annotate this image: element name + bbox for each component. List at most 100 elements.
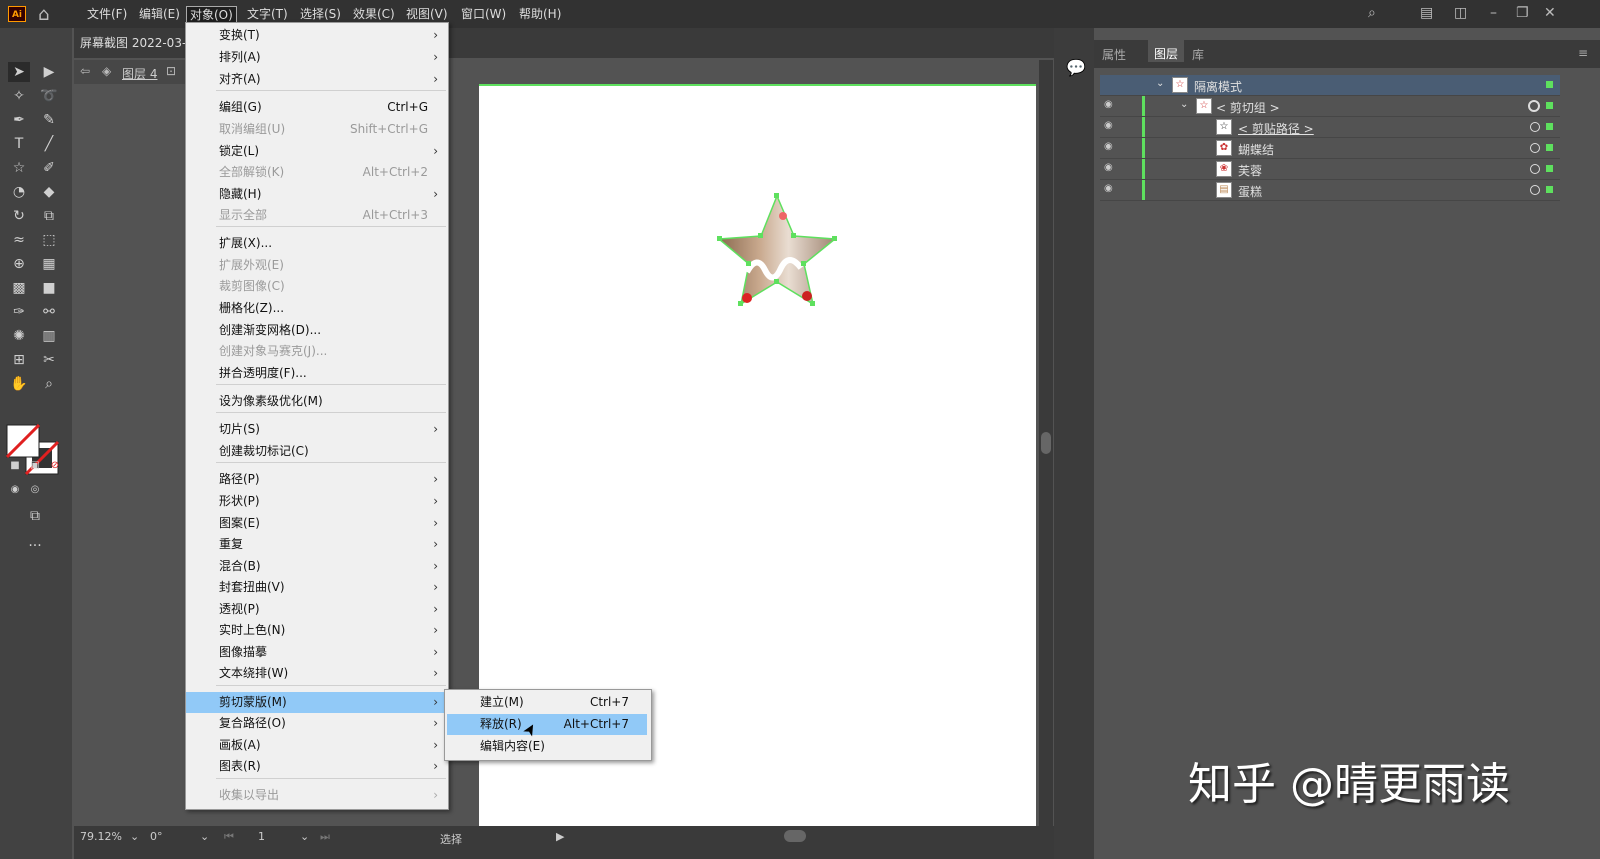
layer-row[interactable]: ◉ ▤ 蛋糕 bbox=[1100, 180, 1560, 201]
menu-item[interactable]: 实时上色(N) › bbox=[186, 620, 448, 641]
menu-item[interactable]: 图案(E) › bbox=[186, 513, 448, 534]
menu-edit[interactable]: 编辑(E) bbox=[136, 6, 183, 24]
rotation-dropdown-icon[interactable]: ⌄ bbox=[200, 830, 209, 843]
layer-row[interactable]: ◉ ⌄ ☆ < 剪切组 > bbox=[1100, 96, 1560, 117]
visibility-eye-icon[interactable]: ◉ bbox=[1104, 183, 1113, 194]
menu-item[interactable]: 复合路径(O) › bbox=[186, 713, 448, 734]
magic-wand-icon[interactable]: ✧ bbox=[8, 86, 30, 106]
target-icon[interactable] bbox=[1530, 185, 1540, 195]
rotate-icon[interactable]: ↻ bbox=[8, 206, 30, 226]
first-page-icon[interactable]: ⏮ bbox=[224, 830, 234, 844]
vertical-scrollbar[interactable] bbox=[1039, 60, 1053, 826]
menu-item[interactable]: 图表(R) › bbox=[186, 756, 448, 777]
panel-menu-icon[interactable]: ≡ bbox=[1578, 46, 1588, 60]
horizontal-scroll-thumb[interactable] bbox=[784, 830, 806, 842]
selection-tool-icon[interactable]: ➤ bbox=[8, 62, 30, 82]
layer-name[interactable]: < 剪贴路径 > bbox=[1238, 120, 1314, 137]
visibility-eye-icon[interactable]: ◉ bbox=[1104, 99, 1113, 110]
menu-item[interactable]: 文本绕排(W) › bbox=[186, 663, 448, 684]
menu-item[interactable]: 隐藏(H) › bbox=[186, 184, 448, 205]
menu-item[interactable]: 剪切蒙版(M) › bbox=[186, 692, 448, 713]
rotation-value[interactable]: 0° bbox=[150, 830, 163, 843]
blend-icon[interactable]: ⚯ bbox=[38, 302, 60, 322]
menu-item[interactable]: 栅格化(Z)... bbox=[186, 298, 448, 319]
restore-icon[interactable]: ❐ bbox=[1516, 5, 1529, 21]
curvature-icon[interactable]: ✎ bbox=[38, 110, 60, 130]
blob-brush-icon[interactable]: ◔ bbox=[8, 182, 30, 202]
brush-icon[interactable]: ✐ bbox=[38, 158, 60, 178]
menu-item[interactable]: 形状(P) › bbox=[186, 491, 448, 512]
menu-item[interactable]: 切片(S) › bbox=[186, 419, 448, 440]
layer-name[interactable]: 蛋糕 bbox=[1238, 183, 1262, 200]
shape-builder-icon[interactable]: ⊕ bbox=[8, 254, 30, 274]
arrange-icon[interactable]: ◫ bbox=[1454, 5, 1467, 21]
menu-item[interactable]: 创建裁切标记(C) bbox=[186, 441, 448, 462]
target-icon[interactable] bbox=[1530, 143, 1540, 153]
selection-indicator[interactable] bbox=[1546, 81, 1553, 88]
home-icon[interactable]: ⌂ bbox=[38, 4, 49, 25]
menu-item[interactable]: 设为像素级优化(M) bbox=[186, 391, 448, 412]
comment-icon[interactable]: 💬 bbox=[1066, 58, 1086, 77]
gradient-icon[interactable]: ■ bbox=[38, 278, 60, 298]
menu-item[interactable]: 对齐(A) › bbox=[186, 69, 448, 90]
target-icon[interactable] bbox=[1530, 164, 1540, 174]
symbol-sprayer-icon[interactable]: ✺ bbox=[8, 326, 30, 346]
zoom-icon[interactable]: ⌕ bbox=[38, 374, 60, 394]
selection-indicator[interactable] bbox=[1546, 144, 1553, 151]
line-tool-icon[interactable]: ╱ bbox=[38, 134, 60, 154]
menu-item[interactable]: 扩展(X)... bbox=[186, 233, 448, 254]
back-arrow-icon[interactable]: ⇦ bbox=[80, 64, 90, 78]
menu-item[interactable]: 路径(P) › bbox=[186, 469, 448, 490]
star-clip-artwork[interactable] bbox=[717, 192, 841, 312]
none-mode-icon[interactable]: ⊘ bbox=[44, 456, 66, 476]
scale-icon[interactable]: ⧉ bbox=[38, 206, 60, 226]
chevron-down-icon[interactable]: ⌄ bbox=[1156, 78, 1164, 89]
draw-normal-icon[interactable]: ◉ bbox=[4, 480, 26, 500]
menu-item[interactable]: 画板(A) › bbox=[186, 735, 448, 756]
isolation-mode-row[interactable]: ⌄ ☆ 隔离模式 bbox=[1100, 75, 1560, 96]
menu-item[interactable]: 封套扭曲(V) › bbox=[186, 577, 448, 598]
screen-mode-icon[interactable]: ⧉ bbox=[24, 506, 46, 526]
close-icon[interactable]: ✕ bbox=[1544, 5, 1556, 21]
menu-file[interactable]: 文件(F) bbox=[84, 6, 130, 24]
menu-item[interactable]: 编组(G) Ctrl+G bbox=[186, 97, 448, 118]
visibility-eye-icon[interactable]: ◉ bbox=[1104, 141, 1113, 152]
eyedropper-icon[interactable]: ✑ bbox=[8, 302, 30, 322]
breadcrumb-layer[interactable]: 图层 4 bbox=[122, 65, 157, 82]
warp-icon[interactable]: ≈ bbox=[8, 230, 30, 250]
submenu-item[interactable]: 编辑内容(E) bbox=[447, 736, 647, 757]
document-tab[interactable]: 屏幕截图 2022-03- bbox=[80, 34, 186, 51]
workspace-icon[interactable]: ▤ bbox=[1420, 5, 1433, 21]
menu-item[interactable]: 变换(T) › bbox=[186, 25, 448, 46]
layer-row[interactable]: ◉ ❀ 芙蓉 bbox=[1100, 159, 1560, 180]
selection-indicator[interactable] bbox=[1546, 123, 1553, 130]
zoom-dropdown-icon[interactable]: ⌄ bbox=[130, 830, 139, 843]
menu-item[interactable]: 透视(P) › bbox=[186, 599, 448, 620]
last-page-icon[interactable]: ⏭ bbox=[320, 830, 330, 844]
mesh-icon[interactable]: ▩ bbox=[8, 278, 30, 298]
submenu-item[interactable]: 建立(M) Ctrl+7 bbox=[447, 692, 647, 713]
selection-indicator[interactable] bbox=[1546, 186, 1553, 193]
search-icon[interactable]: ⌕ bbox=[1368, 5, 1376, 21]
tab-properties[interactable]: 属性 bbox=[1102, 46, 1126, 63]
artboard-icon[interactable]: ⊞ bbox=[8, 350, 30, 370]
submenu-item[interactable]: 释放(R) Alt+Ctrl+7 bbox=[447, 714, 647, 735]
lasso-icon[interactable]: ➰ bbox=[38, 86, 60, 106]
type-tool-icon[interactable]: T bbox=[8, 134, 30, 154]
page-number[interactable]: 1 bbox=[258, 830, 265, 843]
graph-icon[interactable]: ▥ bbox=[38, 326, 60, 346]
chevron-down-icon[interactable]: ⌄ bbox=[1180, 99, 1188, 110]
visibility-eye-icon[interactable]: ◉ bbox=[1104, 162, 1113, 173]
layer-name[interactable]: < 剪切组 > bbox=[1216, 99, 1280, 116]
hand-icon[interactable]: ✋ bbox=[8, 374, 30, 394]
menu-item[interactable]: 排列(A) › bbox=[186, 47, 448, 68]
selection-indicator[interactable] bbox=[1546, 165, 1553, 172]
menu-item[interactable]: 图像描摹 › bbox=[186, 642, 448, 663]
direct-selection-icon[interactable]: ▶ bbox=[38, 62, 60, 82]
menu-window[interactable]: 窗口(W) bbox=[458, 6, 509, 24]
free-transform-icon[interactable]: ⬚ bbox=[38, 230, 60, 250]
target-icon[interactable] bbox=[1528, 100, 1540, 112]
gradient-mode-icon[interactable]: ▣ bbox=[24, 456, 46, 476]
tab-libraries[interactable]: 库 bbox=[1192, 46, 1204, 63]
eraser-icon[interactable]: ◆ bbox=[38, 182, 60, 202]
